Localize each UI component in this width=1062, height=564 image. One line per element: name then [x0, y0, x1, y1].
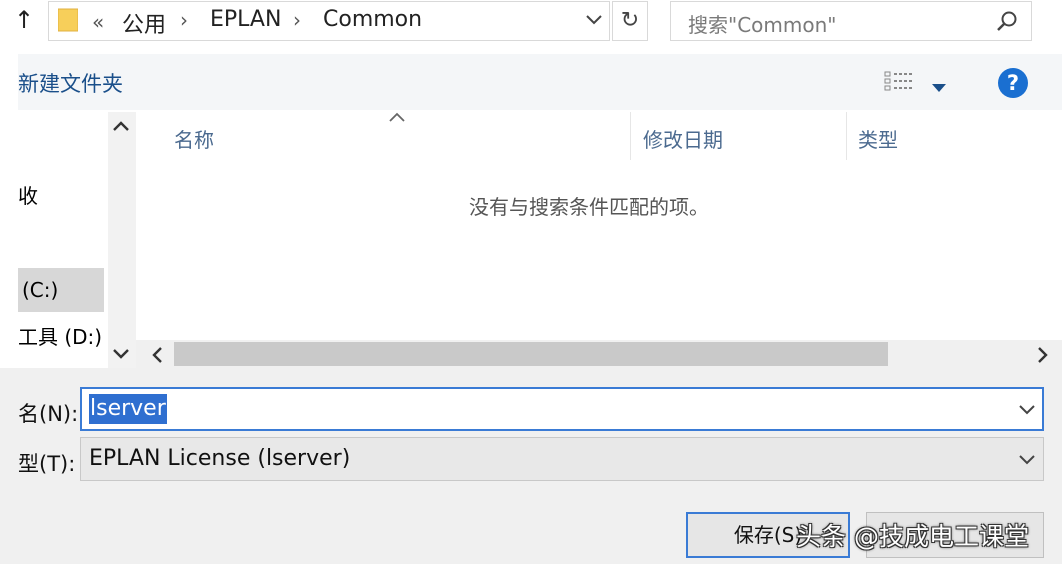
scrollbar-thumb[interactable] [174, 342, 888, 366]
file-list[interactable] [136, 112, 1062, 340]
folder-icon [57, 8, 79, 32]
nav-item-drive-c-label: (C:) [22, 278, 59, 302]
filename-dropdown-icon[interactable] [1018, 402, 1036, 421]
breadcrumb-common[interactable]: Common [323, 7, 422, 32]
scroll-down-icon[interactable] [112, 346, 130, 365]
breadcrumb-separator-icon: › [293, 8, 301, 32]
nav-item-favorites[interactable]: 收 [18, 180, 38, 209]
watermark: 头条 @技成电工课堂 [796, 522, 1029, 551]
help-button[interactable]: ? [998, 68, 1028, 98]
new-folder-button[interactable]: 新建文件夹 [18, 68, 123, 98]
search-icon[interactable] [996, 10, 1018, 36]
filetype-label: 型(T): [18, 452, 76, 476]
filename-label: 名(N): [18, 402, 79, 426]
scroll-right-icon[interactable] [1036, 346, 1050, 368]
up-arrow-icon[interactable]: ↑ [14, 6, 34, 34]
filename-value[interactable]: lserver [89, 394, 167, 424]
view-options-icon[interactable] [884, 70, 914, 96]
filetype-dropdown-icon[interactable] [1018, 452, 1036, 471]
filename-input[interactable] [80, 387, 1044, 431]
breadcrumb-eplan[interactable]: EPLAN [210, 7, 281, 32]
view-dropdown-icon[interactable] [932, 78, 946, 97]
sort-ascending-icon [388, 108, 406, 127]
column-header-modified[interactable]: 修改日期 [643, 124, 723, 153]
column-divider[interactable] [846, 112, 847, 160]
search-placeholder: 搜索"Common" [688, 13, 837, 37]
breadcrumb-separator-icon: › [180, 8, 188, 32]
nav-item-drive-d[interactable]: 工具 (D:) [18, 321, 102, 350]
column-header-type[interactable]: 类型 [858, 124, 898, 153]
empty-results-message: 没有与搜索条件匹配的项。 [469, 195, 709, 219]
scroll-left-icon[interactable] [150, 346, 164, 368]
column-divider[interactable] [630, 112, 631, 160]
breadcrumb-public[interactable]: 公用 [122, 7, 166, 39]
scroll-up-icon[interactable] [112, 118, 130, 137]
nav-scrollbar[interactable] [108, 112, 136, 368]
address-overflow-icon[interactable]: « [92, 10, 104, 34]
refresh-button[interactable]: ↻ [612, 1, 648, 41]
column-header-name[interactable]: 名称 [174, 124, 214, 153]
filetype-value: EPLAN License (lserver) [89, 446, 351, 471]
address-dropdown-icon[interactable] [584, 10, 604, 34]
